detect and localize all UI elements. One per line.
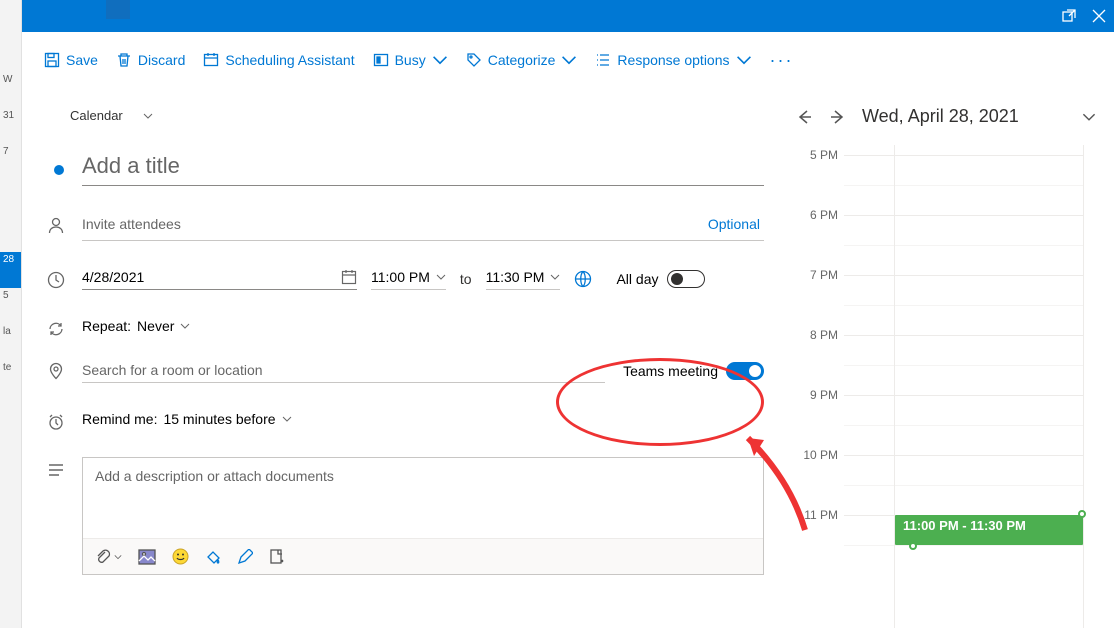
hour-label: 6 PM	[794, 208, 838, 222]
date-value: 4/28/2021	[82, 269, 144, 285]
prev-day-button[interactable]	[794, 107, 814, 127]
event-block[interactable]: 11:00 PM - 11:30 PM	[895, 515, 1083, 545]
more-actions-button[interactable]: ···	[770, 50, 794, 71]
chevron-down-icon[interactable]	[1082, 110, 1096, 124]
busy-dropdown[interactable]: Busy	[373, 52, 448, 68]
hour-label: 10 PM	[794, 448, 838, 462]
event-time-label: 11:00 PM - 11:30 PM	[903, 518, 1026, 533]
chevron-down-icon	[432, 52, 448, 68]
chevron-down-icon	[561, 52, 577, 68]
emoji-icon	[172, 548, 189, 565]
tag-icon	[466, 52, 482, 68]
person-icon	[47, 216, 65, 234]
calendar-picker-label: Calendar	[70, 108, 123, 123]
remind-value: 15 minutes before	[163, 411, 275, 427]
location-icon	[47, 362, 65, 380]
response-label: Response options	[617, 52, 729, 68]
scheduling-label: Scheduling Assistant	[225, 52, 354, 68]
paperclip-icon	[95, 549, 111, 565]
repeat-icon	[47, 320, 65, 338]
date-picker[interactable]: 4/28/2021	[82, 267, 357, 290]
start-time-value: 11:00 PM	[371, 269, 430, 285]
day-timeline-panel: Wed, April 28, 2021 5 PM 6 PM 7 PM 8 PM …	[794, 88, 1114, 628]
teams-meeting-label: Teams meeting	[623, 363, 718, 379]
resize-handle-bottom[interactable]	[909, 542, 917, 550]
close-icon[interactable]	[1084, 0, 1114, 32]
chevron-down-icon	[143, 111, 153, 121]
categorize-label: Categorize	[488, 52, 556, 68]
repeat-value: Never	[137, 318, 174, 334]
categorize-dropdown[interactable]: Categorize	[466, 52, 578, 68]
allday-toggle[interactable]	[667, 270, 705, 288]
save-button[interactable]: Save	[44, 52, 98, 68]
list-icon	[595, 52, 611, 68]
titlebar-tab	[106, 0, 130, 19]
pen-icon	[237, 549, 253, 565]
chevron-down-icon	[282, 414, 292, 424]
chevron-down-icon	[180, 321, 190, 331]
location-input[interactable]	[82, 358, 263, 382]
next-day-button[interactable]	[828, 107, 848, 127]
remind-label: Remind me:	[82, 411, 157, 427]
description-input[interactable]	[83, 458, 763, 538]
format-painter-button[interactable]	[205, 549, 221, 565]
partial-calendar-strip: W317285late	[0, 0, 22, 628]
scheduling-assistant-button[interactable]: Scheduling Assistant	[203, 52, 354, 68]
signature-button[interactable]	[237, 549, 253, 565]
hour-label: 8 PM	[794, 328, 838, 342]
save-icon	[44, 52, 60, 68]
chevron-down-icon	[550, 272, 560, 282]
trash-icon	[116, 52, 132, 68]
hour-label: 11 PM	[794, 508, 838, 522]
bucket-icon	[205, 549, 221, 565]
insert-image-button[interactable]	[138, 549, 156, 565]
end-time-value: 11:30 PM	[486, 269, 545, 285]
event-form: Calendar Optional	[22, 88, 794, 628]
end-time-picker[interactable]: 11:30 PM	[486, 267, 561, 290]
save-label: Save	[66, 52, 98, 68]
command-toolbar: Save Discard Scheduling Assistant Busy C…	[22, 32, 1114, 88]
description-icon	[47, 461, 65, 479]
timeline-grid[interactable]: 5 PM 6 PM 7 PM 8 PM 9 PM 10 PM 11 PM 11:…	[794, 145, 1096, 628]
more-label: ···	[770, 50, 794, 71]
hour-label: 5 PM	[794, 148, 838, 162]
hour-label: 9 PM	[794, 388, 838, 402]
busy-label: Busy	[395, 52, 426, 68]
timezone-icon[interactable]	[574, 270, 592, 288]
reminder-icon	[47, 413, 65, 431]
reminder-dropdown[interactable]: Remind me: 15 minutes before	[82, 409, 764, 429]
schedule-icon	[203, 52, 219, 68]
busy-icon	[373, 52, 389, 68]
description-toolbar	[83, 538, 763, 574]
calendar-picker[interactable]: Calendar	[46, 106, 764, 151]
attach-button[interactable]	[95, 549, 122, 565]
popout-icon[interactable]	[1054, 0, 1084, 32]
image-icon	[138, 549, 156, 565]
resize-handle-top[interactable]	[1078, 510, 1086, 518]
template-icon	[269, 549, 285, 565]
timeline-date-label: Wed, April 28, 2021	[862, 106, 1068, 127]
chevron-down-icon	[436, 272, 446, 282]
discard-button[interactable]: Discard	[116, 52, 185, 68]
clock-icon	[47, 271, 65, 289]
insert-template-button[interactable]	[269, 549, 285, 565]
chevron-down-icon	[736, 52, 752, 68]
repeat-label: Repeat:	[82, 318, 131, 334]
teams-meeting-toggle[interactable]	[726, 362, 764, 380]
chevron-down-icon	[114, 553, 122, 561]
start-time-picker[interactable]: 11:00 PM	[371, 267, 446, 290]
allday-label: All day	[616, 271, 658, 287]
calendar-icon	[341, 269, 357, 285]
discard-label: Discard	[138, 52, 185, 68]
repeat-dropdown[interactable]: Repeat: Never	[82, 316, 764, 336]
hour-label: 7 PM	[794, 268, 838, 282]
title-input[interactable]	[82, 151, 764, 186]
optional-attendees-button[interactable]: Optional	[704, 216, 764, 232]
response-options-dropdown[interactable]: Response options	[595, 52, 751, 68]
attendees-input[interactable]	[82, 212, 704, 236]
window-titlebar	[22, 0, 1114, 32]
emoji-button[interactable]	[172, 548, 189, 565]
to-label: to	[460, 271, 472, 287]
calendar-color-bullet	[54, 165, 64, 175]
